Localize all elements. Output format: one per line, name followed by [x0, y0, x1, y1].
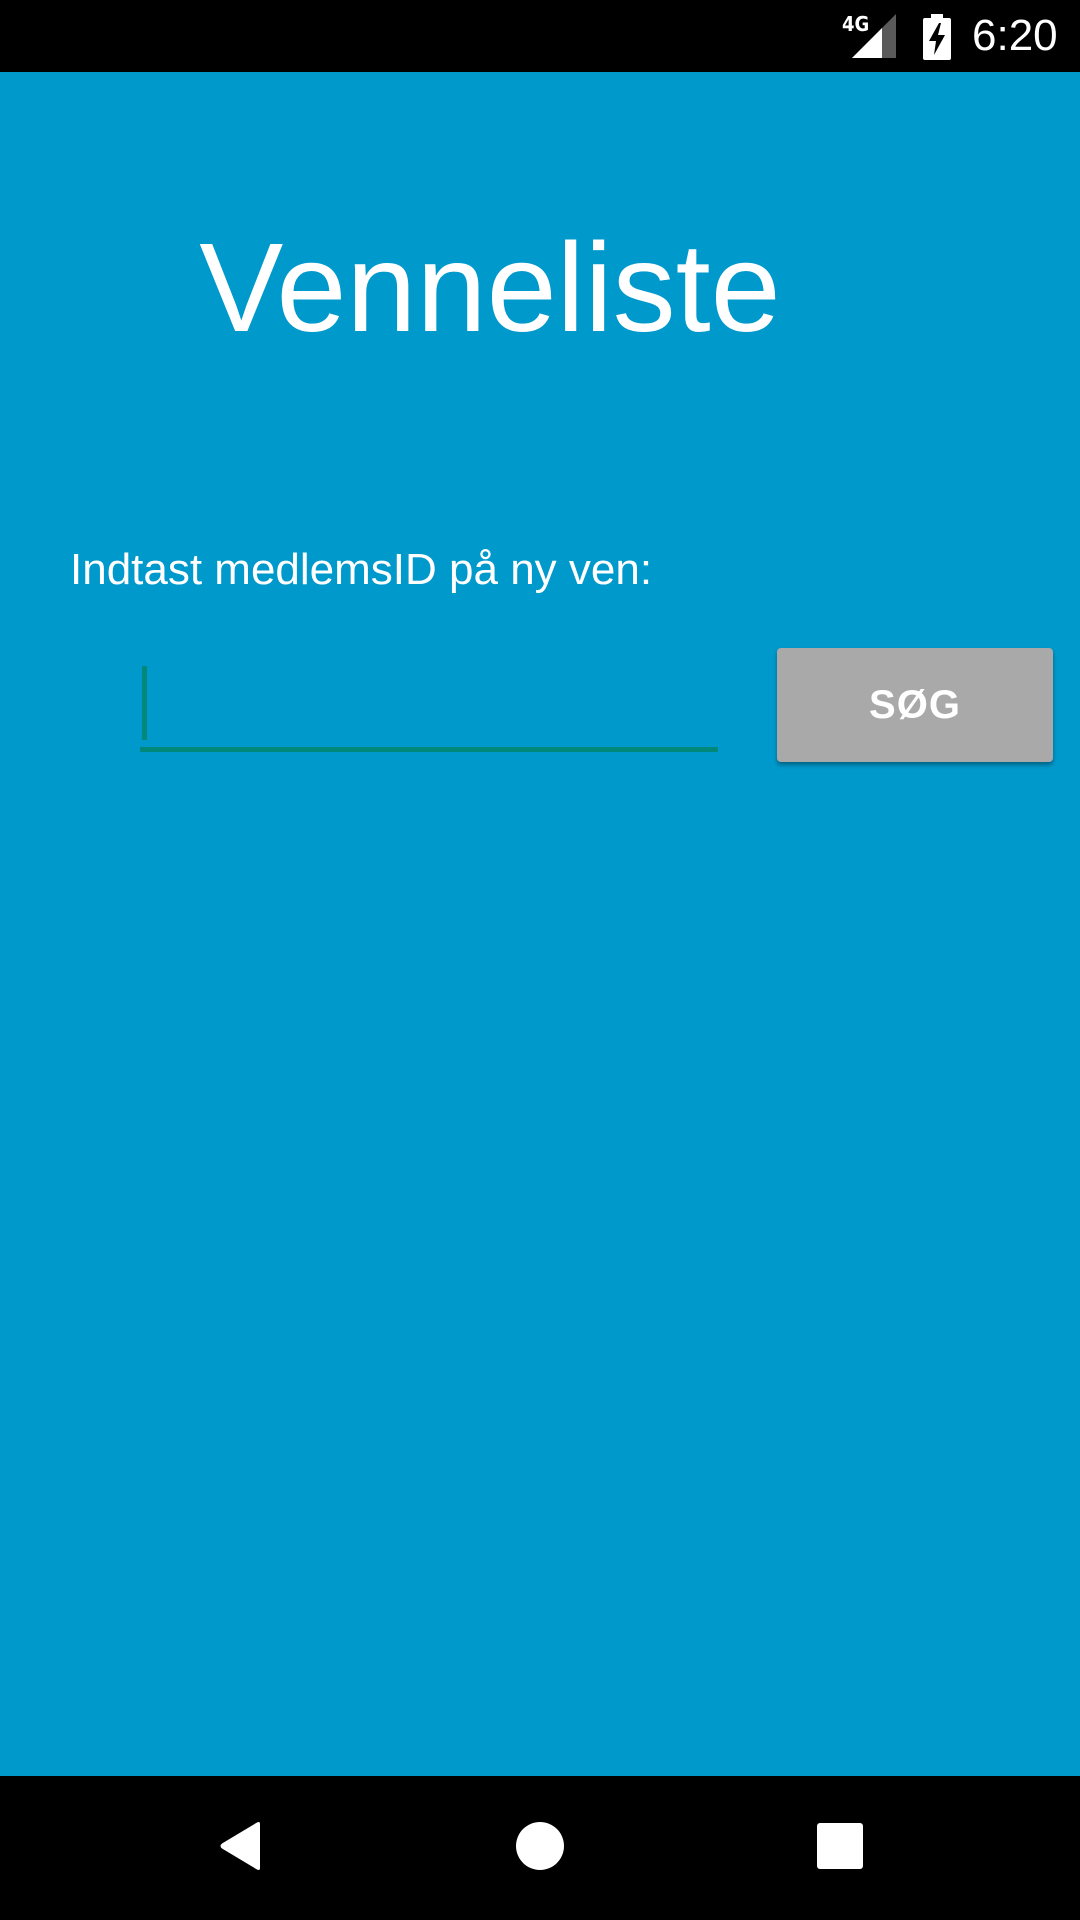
back-icon [216, 1820, 264, 1876]
app-screen: 4G 6:20 Venneliste Indtast medlemsID på … [0, 0, 1080, 1920]
page-title: Venneliste [199, 217, 781, 358]
navigation-bar [0, 1776, 1080, 1920]
member-id-input[interactable] [140, 656, 718, 752]
search-button[interactable]: SØG [777, 648, 1053, 762]
text-cursor [142, 666, 147, 740]
back-button[interactable] [160, 1776, 320, 1920]
recent-apps-button[interactable] [760, 1776, 920, 1920]
home-button[interactable] [460, 1776, 620, 1920]
signal-icon [852, 14, 898, 62]
battery-charging-icon [922, 14, 952, 64]
home-icon [515, 1821, 565, 1875]
member-id-label: Indtast medlemsID på ny ven: [70, 545, 653, 594]
status-bar: 4G 6:20 [0, 0, 1080, 72]
recent-apps-icon [817, 1823, 863, 1873]
status-time: 6:20 [972, 11, 1058, 60]
